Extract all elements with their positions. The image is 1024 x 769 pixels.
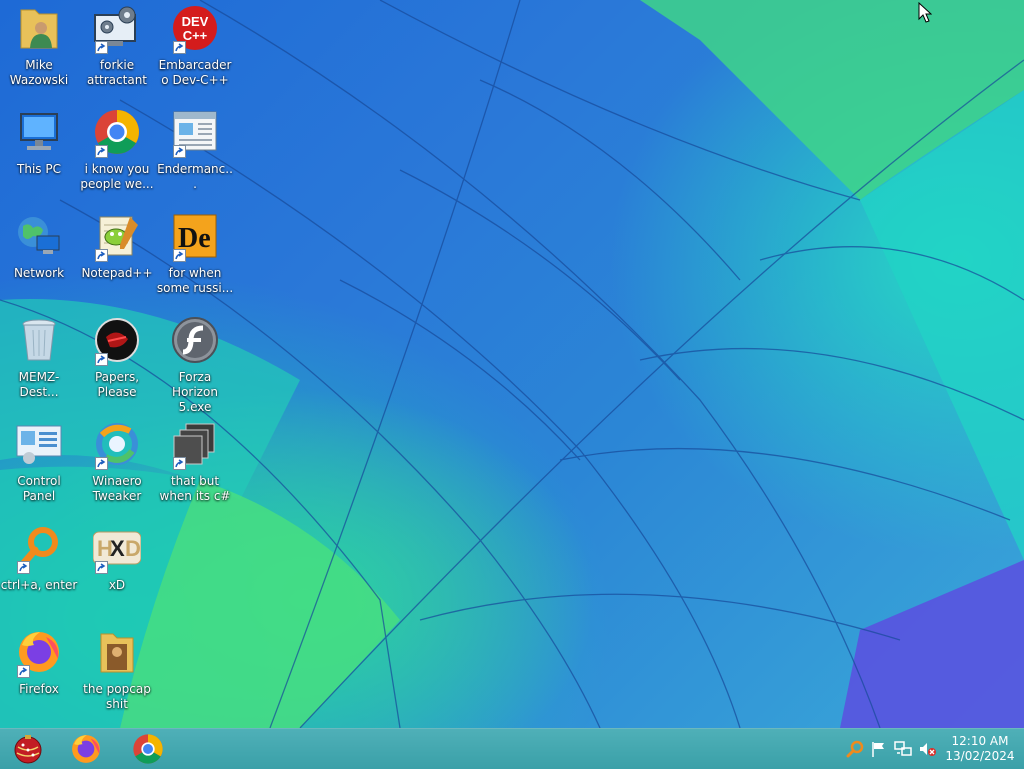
desktop-icon-label: the popcap shit (83, 682, 151, 711)
desktop-icon-this-pc[interactable]: This PC (0, 104, 78, 204)
shortcut-arrow-icon (173, 145, 186, 158)
desktop-icon-network[interactable]: Network (0, 208, 78, 308)
desktop-icon-label: Endermanc... (157, 162, 233, 191)
shortcut-arrow-icon (95, 41, 108, 54)
desktop-icon-label: Winaero Tweaker (92, 474, 142, 503)
firefox-icon (72, 735, 100, 763)
clock-time: 12:10 AM (951, 734, 1009, 748)
taskbar: 12:10 AM 13/02/2024 (0, 728, 1024, 769)
desktop-icon-embarcadero-devcpp[interactable]: DEV C++ Embarcadero Dev-C++ (156, 0, 234, 100)
chrome-icon (133, 734, 163, 764)
desktop-icon-ctrl-a-enter[interactable]: ctrl+a, enter (0, 520, 78, 620)
mouse-cursor-icon (918, 2, 932, 23)
tray-volume-muted-icon[interactable] (918, 740, 936, 758)
flash-icon (171, 316, 219, 364)
shortcut-arrow-icon (17, 665, 30, 678)
desktop-icon-control-panel[interactable]: Control Panel (0, 416, 78, 516)
desktop-icon-label: Forza Horizon 5.exe (172, 370, 218, 414)
recycle-bin-icon (15, 316, 63, 364)
desktop-icon-label: Notepad++ (81, 266, 153, 280)
shortcut-arrow-icon (95, 249, 108, 262)
winaero-tweaker-icon (93, 420, 141, 470)
shortcut-arrow-icon (17, 561, 30, 574)
desktop-icon-label: ctrl+a, enter (0, 578, 78, 592)
chrome-icon (93, 108, 141, 158)
desktop-icon-forza-horizon[interactable]: Forza Horizon 5.exe (156, 312, 234, 414)
tray-flag-icon[interactable] (870, 740, 888, 758)
folder-icon (93, 628, 141, 676)
start-button[interactable] (4, 731, 52, 767)
desktop-icon-label: xD (108, 578, 126, 592)
desktop-icon-xd[interactable]: HXD xD (78, 520, 156, 620)
desktop-icon-firefox[interactable]: Firefox (0, 624, 78, 724)
svg-text:X: X (110, 536, 125, 561)
tray-search-icon[interactable] (846, 740, 864, 758)
desktop-icon-winaero-tweaker[interactable]: Winaero Tweaker (78, 416, 156, 516)
taskbar-firefox-button[interactable] (62, 731, 110, 767)
hxd-icon: HXD (93, 524, 141, 574)
desktop-icon-i-know-you[interactable]: i know you people we... (78, 104, 156, 204)
desktop-icon-label: Control Panel (17, 474, 61, 503)
de-app-icon: De (171, 212, 219, 262)
desktop-icon-forkie-attractant[interactable]: forkie attractant (78, 0, 156, 100)
computer-icon (15, 108, 63, 156)
magnifier-icon (15, 524, 63, 574)
desktop-icon-for-when-some-russi[interactable]: De for when some russi... (156, 208, 234, 308)
svg-text:C++: C++ (183, 28, 208, 43)
desktop-icon-label: Embarcadero Dev-C++ (158, 58, 232, 87)
devcpp-logo-text: DEV (182, 14, 209, 29)
desktop-icon-label: i know you people we... (80, 162, 154, 191)
clock-date: 13/02/2024 (945, 749, 1015, 763)
settings-computer-icon (93, 4, 141, 54)
desktop-icon-that-but-when-its-csharp[interactable]: that but when its c# (156, 416, 234, 516)
firefox-icon (15, 628, 63, 678)
stacked-windows-icon (171, 420, 219, 470)
shortcut-arrow-icon (95, 145, 108, 158)
papers-please-icon (93, 316, 141, 366)
desktop-icon-label: This PC (17, 162, 61, 176)
start-orb-icon (14, 735, 42, 764)
shortcut-arrow-icon (173, 457, 186, 470)
window-app-icon (171, 108, 219, 158)
shortcut-arrow-icon (95, 457, 108, 470)
desktop-icon-label: Network (13, 266, 65, 280)
control-panel-icon (15, 420, 63, 468)
shortcut-arrow-icon (95, 353, 108, 366)
user-folder-icon (15, 4, 63, 52)
svg-text:D: D (125, 536, 141, 561)
shortcut-arrow-icon (95, 561, 108, 574)
desktop-icon-label: MEMZ-Dest... (18, 370, 60, 399)
taskbar-clock[interactable]: 12:10 AM 13/02/2024 (940, 734, 1020, 764)
shortcut-arrow-icon (173, 249, 186, 262)
desktop-icon-papers-please[interactable]: Papers, Please (78, 312, 156, 412)
desktop-icon-label: forkie attractant (86, 58, 148, 87)
devcpp-icon: DEV C++ (171, 4, 219, 54)
desktop-icon-memz[interactable]: MEMZ-Dest... (0, 312, 78, 412)
desktop-icon-popcap[interactable]: the popcap shit (78, 624, 156, 724)
desktop[interactable]: Mike Wazowski This PC Network MEMZ-Dest.… (0, 0, 1024, 728)
desktop-icon-endermanc[interactable]: Endermanc... (156, 104, 234, 204)
desktop-icon-label: that but when its c# (159, 474, 231, 503)
desktop-icon-label: for when some russi... (156, 266, 234, 295)
desktop-icon-mike-wazowski[interactable]: Mike Wazowski (0, 0, 78, 100)
desktop-icon-notepad-plus-plus[interactable]: Notepad++ (78, 208, 156, 308)
desktop-icon-label: Firefox (19, 682, 59, 696)
shortcut-arrow-icon (173, 41, 186, 54)
notepad-plus-plus-icon (93, 212, 141, 262)
network-globe-icon (15, 212, 63, 260)
taskbar-chrome-button[interactable] (124, 731, 172, 767)
desktop-icon-label: Mike Wazowski (9, 58, 69, 87)
desktop-icon-label: Papers, Please (94, 370, 140, 399)
tray-network-icon[interactable] (894, 740, 912, 758)
